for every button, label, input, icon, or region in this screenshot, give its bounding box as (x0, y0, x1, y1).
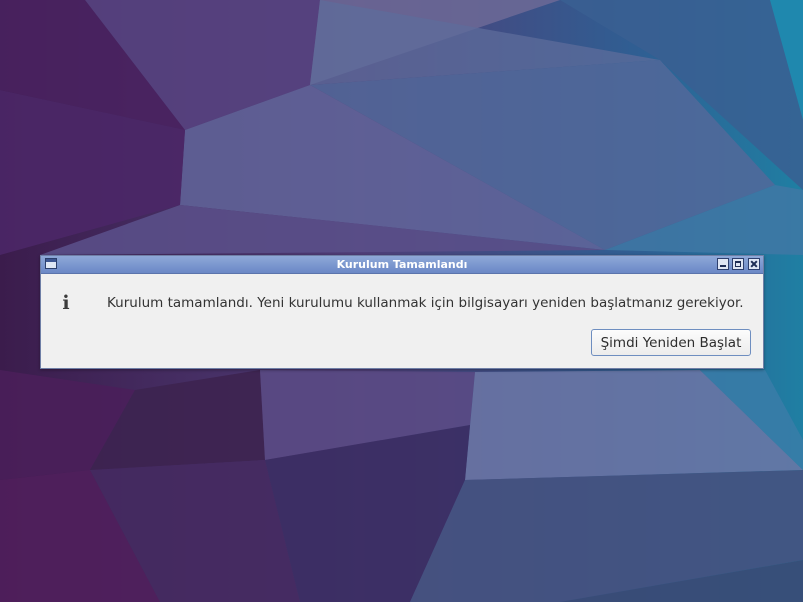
minimize-icon[interactable] (717, 258, 729, 270)
installation-complete-dialog: Kurulum Tamamlandı i Kurulum tamamlandı.… (40, 255, 764, 369)
restart-now-button[interactable]: Şimdi Yeniden Başlat (591, 329, 751, 356)
dialog-title: Kurulum Tamamlandı (336, 258, 468, 271)
info-icon: i (62, 292, 70, 314)
dialog-titlebar[interactable]: Kurulum Tamamlandı (41, 256, 763, 274)
maximize-icon[interactable] (732, 258, 744, 270)
close-icon[interactable] (748, 258, 760, 270)
dialog-message: Kurulum tamamlandı. Yeni kurulumu kullan… (107, 295, 744, 311)
